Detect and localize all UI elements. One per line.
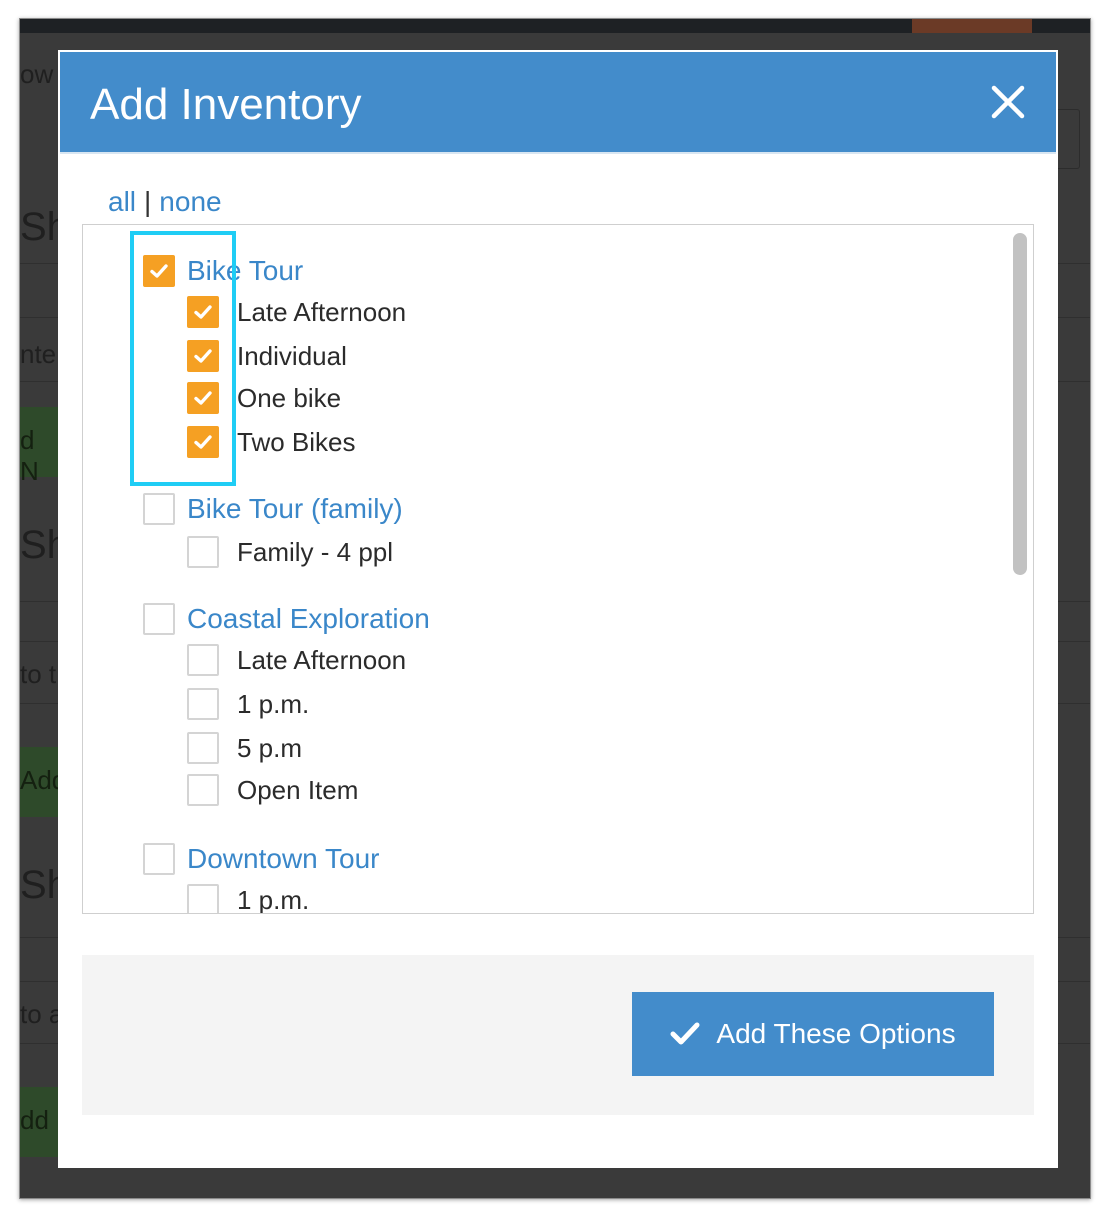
option-checkbox[interactable] — [187, 426, 219, 458]
group-checkbox[interactable] — [143, 843, 175, 875]
option-row: Late Afternoon — [187, 644, 406, 676]
background-button: dd — [20, 1087, 60, 1157]
option-label: One bike — [237, 382, 342, 413]
close-icon[interactable] — [990, 84, 1026, 120]
group-checkbox[interactable] — [143, 255, 175, 287]
group-checkbox[interactable] — [143, 603, 175, 635]
option-checkbox[interactable] — [187, 536, 219, 568]
checkmark-icon — [194, 391, 212, 405]
inventory-list[interactable]: Bike Tour Late Afternoon Individual One … — [82, 224, 1034, 914]
option-checkbox[interactable] — [187, 340, 219, 372]
option-label: 1 p.m. — [237, 884, 310, 914]
option-row: 5 p.m — [187, 732, 302, 764]
group-bike-tour: Bike Tour — [143, 255, 303, 287]
select-all-link[interactable]: all — [108, 186, 136, 217]
group-label[interactable]: Coastal Exploration — [187, 603, 430, 635]
option-label: Late Afternoon — [237, 644, 407, 675]
background-button: Add — [20, 747, 66, 817]
group-downtown-tour: Downtown Tour — [143, 843, 379, 875]
group-coastal-exploration: Coastal Exploration — [143, 603, 430, 635]
option-row: Open Item — [187, 774, 358, 806]
option-label: Two Bikes — [237, 426, 356, 457]
background-text: to t — [20, 659, 57, 689]
add-inventory-modal: Add Inventory all | none Bike Tour Late Af… — [58, 50, 1058, 1168]
option-checkbox[interactable] — [187, 382, 219, 414]
option-label: Individual — [237, 340, 347, 371]
option-checkbox[interactable] — [187, 644, 219, 676]
modal-footer: Add These Options — [82, 955, 1034, 1115]
checkmark-icon — [150, 264, 168, 278]
checkmark-icon — [194, 435, 212, 449]
option-checkbox[interactable] — [187, 688, 219, 720]
option-label: Late Afternoon — [237, 296, 407, 327]
option-row: One bike — [187, 382, 341, 414]
option-row: 1 p.m. — [187, 884, 310, 914]
option-row: Family - 4 ppl — [187, 536, 393, 568]
group-label[interactable]: Bike Tour (family) — [187, 493, 403, 525]
group-bike-tour-family: Bike Tour (family) — [143, 493, 403, 525]
option-row: Individual — [187, 340, 347, 372]
option-row: Late Afternoon — [187, 296, 406, 328]
option-checkbox[interactable] — [187, 774, 219, 806]
background-text: ow — [20, 59, 54, 89]
group-label[interactable]: Downtown Tour — [187, 843, 379, 875]
background-text: nte — [20, 339, 57, 369]
option-row: Two Bikes — [187, 426, 356, 458]
modal-header: Add Inventory — [60, 52, 1056, 154]
option-label: Family - 4 ppl — [237, 536, 394, 567]
option-label: Open Item — [237, 774, 359, 805]
option-checkbox[interactable] — [187, 296, 219, 328]
group-label[interactable]: Bike Tour — [187, 255, 303, 287]
checkmark-icon — [194, 305, 212, 319]
add-button-label: Add These Options — [716, 1018, 956, 1049]
option-row: 1 p.m. — [187, 688, 309, 720]
separator: | — [144, 186, 152, 217]
option-label: 1 p.m. — [237, 688, 310, 719]
background-button: d N — [20, 407, 60, 486]
modal-title: Add Inventory — [90, 80, 362, 129]
option-label: 5 p.m — [237, 732, 303, 763]
option-checkbox[interactable] — [187, 732, 219, 764]
checkmark-icon — [194, 349, 212, 363]
background-topbar-button — [912, 19, 1032, 33]
add-these-options-button[interactable]: Add These Options — [632, 992, 994, 1076]
scrollbar-thumb[interactable] — [1013, 233, 1027, 575]
check-icon — [670, 1022, 700, 1045]
select-links: all | none — [108, 186, 222, 218]
option-checkbox[interactable] — [187, 884, 219, 913]
background-text: to a — [20, 999, 64, 1029]
group-checkbox[interactable] — [143, 493, 175, 525]
select-none-link[interactable]: none — [159, 186, 221, 217]
